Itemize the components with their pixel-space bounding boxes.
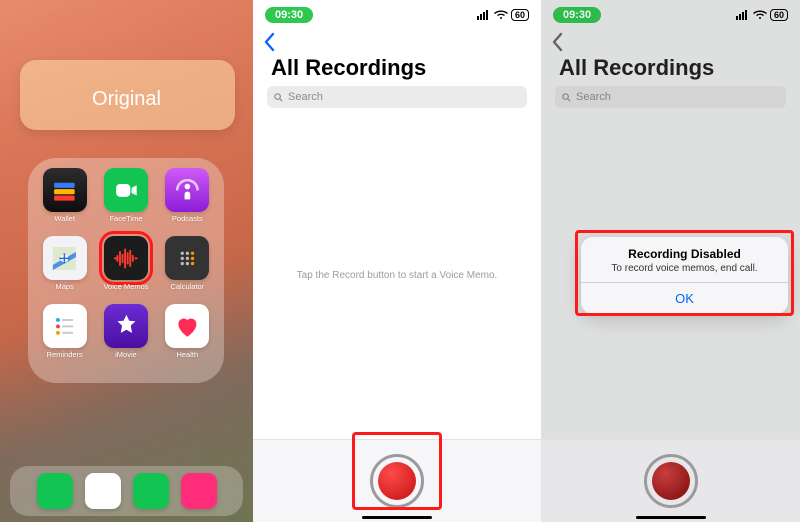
app-health[interactable]: Health xyxy=(159,304,216,372)
record-toolbar xyxy=(541,439,800,522)
folder-title: Original xyxy=(0,88,253,111)
imovie-icon xyxy=(104,304,148,348)
search-input[interactable]: Search xyxy=(267,86,527,108)
app-imovie[interactable]: iMovie xyxy=(97,304,154,372)
dock-phone-icon[interactable] xyxy=(37,473,73,509)
voice-memos-icon xyxy=(104,236,148,280)
record-highlight-box xyxy=(352,432,442,510)
home-indicator xyxy=(636,516,706,519)
app-maps[interactable]: Maps xyxy=(36,236,93,304)
voice-memos-alert: 09:30 60 All Recordings Search Recording… xyxy=(541,0,800,522)
dock-safari-icon[interactable] xyxy=(85,473,121,509)
wallet-icon xyxy=(43,168,87,212)
app-wallet[interactable]: Wallet xyxy=(36,168,93,236)
app-label: Reminders xyxy=(47,351,83,359)
health-icon xyxy=(165,304,209,348)
app-podcasts[interactable]: Podcasts xyxy=(159,168,216,236)
status-time: 09:30 xyxy=(265,7,313,23)
app-calculator[interactable]: Calculator xyxy=(159,236,216,304)
dock-messages-icon[interactable] xyxy=(133,473,169,509)
app-label: Wallet xyxy=(54,215,75,223)
app-label: Health xyxy=(176,351,198,359)
home-indicator xyxy=(362,516,432,519)
reminders-icon xyxy=(43,304,87,348)
search-placeholder: Search xyxy=(288,91,323,103)
app-label: Calculator xyxy=(170,283,204,291)
wifi-icon xyxy=(494,10,508,20)
page-title: All Recordings xyxy=(271,55,426,81)
battery-pill: 60 xyxy=(511,9,529,21)
record-button-inner xyxy=(652,462,690,500)
app-label: Maps xyxy=(55,283,73,291)
podcasts-icon xyxy=(165,168,209,212)
record-button[interactable] xyxy=(644,454,698,508)
app-facetime[interactable]: FaceTime xyxy=(97,168,154,236)
voice-memos-list: 09:30 60 All Recordings Search Tap the R… xyxy=(253,0,541,522)
calculator-icon xyxy=(165,236,209,280)
maps-icon xyxy=(43,236,87,280)
app-voice-memos[interactable]: Voice Memos xyxy=(97,236,154,304)
app-label: iMovie xyxy=(115,351,137,359)
app-folder: Wallet FaceTime Podcasts Maps xyxy=(28,158,224,383)
home-screen: Original Wallet FaceTime Podcasts xyxy=(0,0,253,522)
dock-music-icon[interactable] xyxy=(181,473,217,509)
app-reminders[interactable]: Reminders xyxy=(36,304,93,372)
status-bar: 09:30 60 xyxy=(253,0,541,26)
app-label: Voice Memos xyxy=(103,283,148,291)
dock xyxy=(10,466,243,516)
search-icon xyxy=(273,92,284,103)
signal-icon xyxy=(477,10,491,20)
facetime-icon xyxy=(104,168,148,212)
alert-highlight-box xyxy=(575,230,794,316)
app-label: Podcasts xyxy=(172,215,203,223)
back-button[interactable] xyxy=(263,32,277,56)
empty-hint: Tap the Record button to start a Voice M… xyxy=(253,270,541,281)
app-label: FaceTime xyxy=(109,215,142,223)
